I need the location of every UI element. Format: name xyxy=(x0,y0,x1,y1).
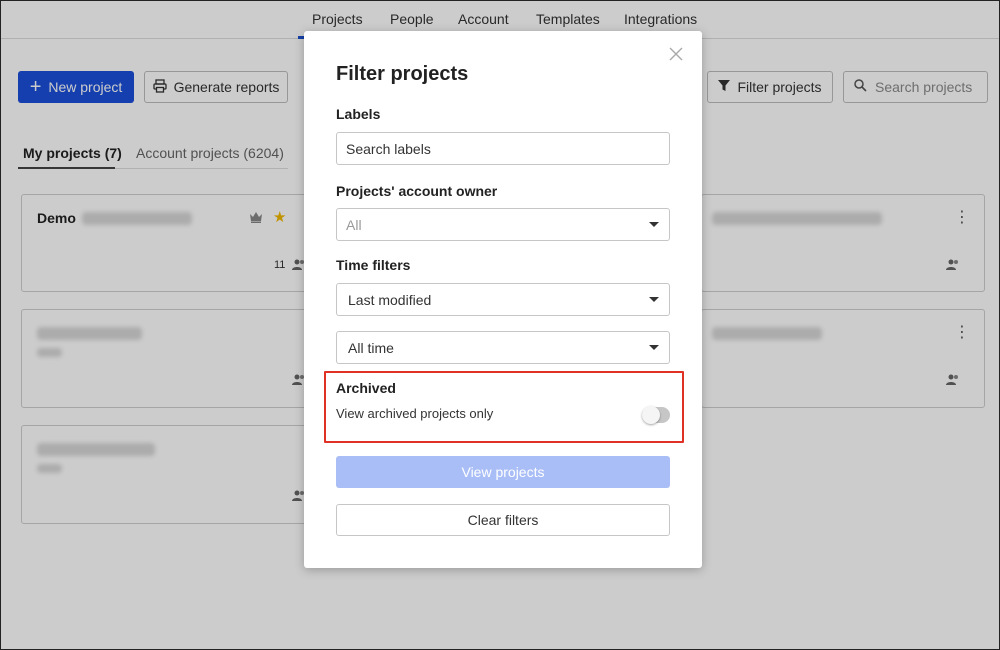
time-range-select[interactable]: All time xyxy=(336,331,670,364)
chevron-down-icon xyxy=(649,222,659,227)
account-owner-heading: Projects' account owner xyxy=(336,183,498,199)
time-field-value: Last modified xyxy=(348,291,432,308)
search-labels-placeholder: Search labels xyxy=(346,140,431,157)
account-owner-select[interactable]: All xyxy=(336,208,670,241)
clear-filters-button[interactable]: Clear filters xyxy=(336,504,670,536)
chevron-down-icon xyxy=(649,345,659,350)
modal-title: Filter projects xyxy=(336,63,469,85)
archived-heading: Archived xyxy=(336,380,396,396)
close-icon[interactable] xyxy=(669,47,685,63)
chevron-down-icon xyxy=(649,297,659,302)
time-range-value: All time xyxy=(348,339,394,356)
labels-heading: Labels xyxy=(336,106,381,122)
archived-only-toggle[interactable] xyxy=(642,406,670,424)
time-field-select[interactable]: Last modified xyxy=(336,283,670,316)
account-owner-value: All xyxy=(346,216,362,233)
filter-projects-modal: Filter projects Labels Search labels Pro… xyxy=(304,31,702,568)
archived-toggle-label: View archived projects only xyxy=(336,406,494,421)
time-filters-heading: Time filters xyxy=(336,257,411,273)
view-projects-button[interactable]: View projects xyxy=(336,456,670,488)
search-labels-input[interactable]: Search labels xyxy=(336,132,670,165)
toggle-knob xyxy=(642,406,660,424)
